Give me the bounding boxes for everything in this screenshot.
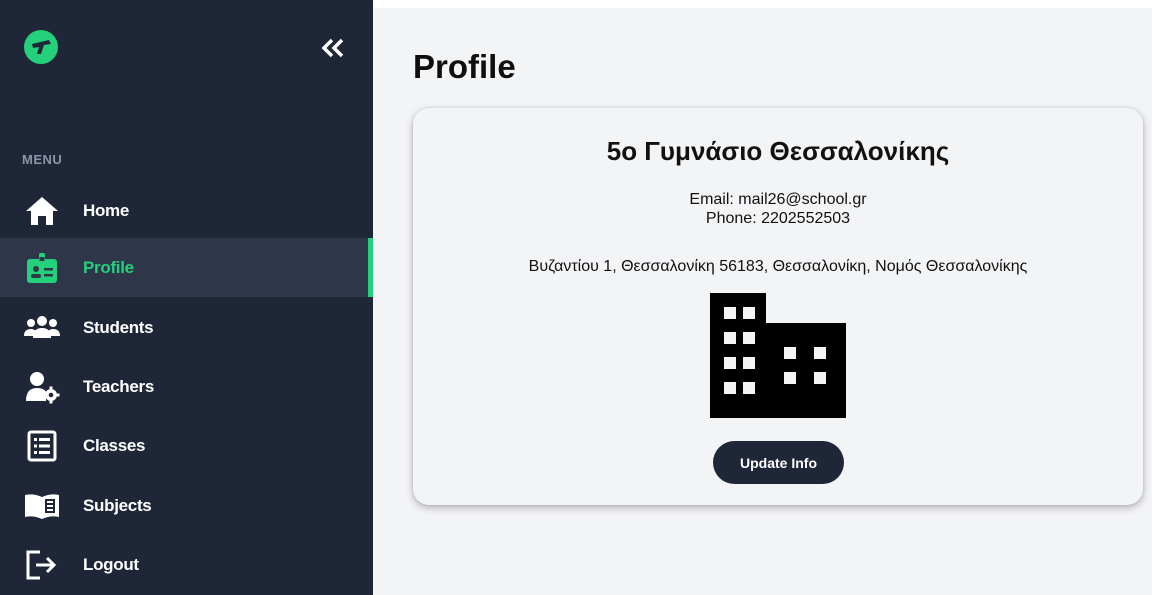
menu-label: MENU — [22, 152, 63, 167]
id-badge-icon — [22, 248, 62, 288]
sidebar-item-students[interactable]: Students — [0, 298, 373, 357]
sidebar-item-subjects[interactable]: Subjects — [0, 476, 373, 535]
book-icon — [22, 486, 62, 526]
sidebar-item-label: Classes — [83, 435, 146, 455]
profile-card: 5ο Γυμνάσιο Θεσσαλονίκης Email: mail26@s… — [413, 108, 1143, 505]
sidebar-item-profile[interactable]: Profile — [0, 238, 373, 297]
sidebar-item-label: Teachers — [83, 376, 154, 396]
sidebar-item-home[interactable]: Home — [0, 181, 373, 240]
email-text: Email: mail26@school.gr — [689, 191, 867, 208]
logout-icon — [22, 545, 62, 585]
sidebar-item-label: Students — [83, 317, 154, 337]
sidebar: MENU Home Profile Students Teachers Clas… — [0, 0, 373, 595]
page-title: Profile — [413, 48, 516, 85]
building-icon — [710, 293, 846, 418]
users-icon — [22, 308, 62, 348]
school-name: 5ο Γυμνάσιο Θεσσαλονίκης — [606, 136, 950, 166]
sidebar-item-label: Home — [83, 200, 130, 220]
sidebar-item-label: Subjects — [83, 495, 152, 515]
active-indicator — [368, 238, 373, 297]
sidebar-item-label: Profile — [83, 257, 134, 277]
sidebar-item-teachers[interactable]: Teachers — [0, 357, 373, 416]
list-box-icon — [22, 426, 62, 466]
home-icon — [22, 191, 62, 231]
address-text: Βυζαντίου 1, Θεσσαλονίκη 56183, Θεσσαλον… — [528, 258, 1028, 275]
collapse-sidebar-icon[interactable] — [318, 34, 348, 64]
logo-icon[interactable] — [24, 30, 58, 64]
update-info-button[interactable]: Update Info — [713, 441, 844, 484]
sidebar-item-logout[interactable]: Logout — [0, 535, 373, 594]
sidebar-item-classes[interactable]: Classes — [0, 416, 373, 475]
phone-text: Phone: 2202552503 — [705, 210, 851, 227]
top-strip — [373, 0, 1152, 8]
sidebar-item-label: Logout — [83, 554, 139, 574]
user-gear-icon — [22, 367, 62, 407]
